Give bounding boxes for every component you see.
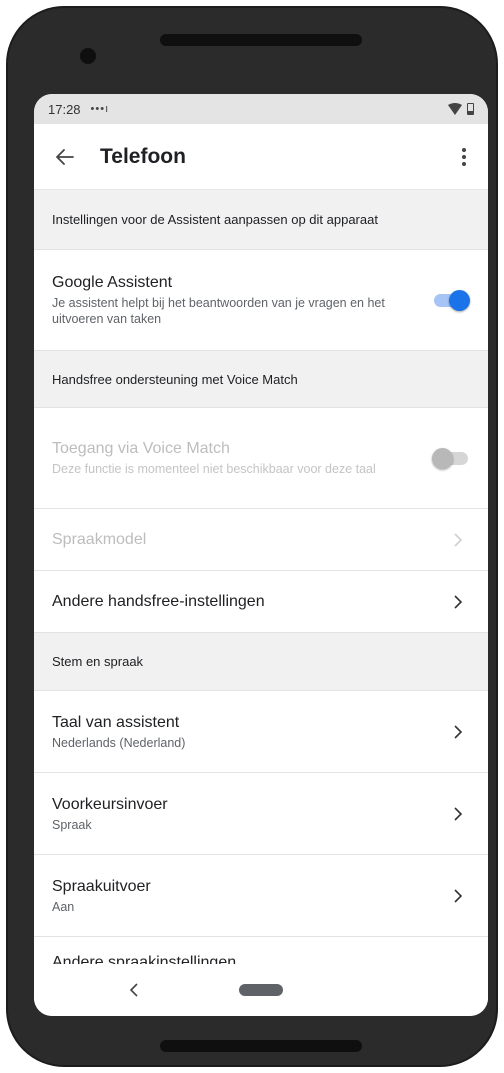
chevron-right-icon (446, 532, 470, 547)
bottom-speaker (160, 1040, 362, 1052)
chevron-right-icon (446, 888, 470, 903)
voice-match-toggle[interactable] (432, 447, 470, 469)
status-icons (448, 103, 474, 115)
voice-model-row[interactable]: Spraakmodel (34, 509, 488, 571)
chevron-right-icon (446, 594, 470, 609)
section-header-voice: Stem en spraak (34, 633, 488, 691)
battery-icon (467, 103, 474, 115)
page-title: Telefoon (100, 144, 186, 168)
row-subtitle: Nederlands (Nederland) (52, 735, 186, 750)
other-handsfree-row[interactable]: Andere handsfree-instellingen (34, 571, 488, 633)
status-time: 17:28 (48, 101, 81, 117)
row-title: Google Assistent (52, 274, 173, 291)
row-title: Voorkeursinvoer (52, 795, 168, 813)
app-bar: Telefoon (34, 124, 488, 190)
notification-dots: •••ı (90, 103, 110, 115)
back-button[interactable] (36, 132, 94, 182)
chevron-right-icon (446, 806, 470, 821)
voice-match-row[interactable]: Toegang via Voice Match Deze functie is … (34, 408, 488, 509)
toggle-thumb (432, 448, 453, 469)
speech-output-row[interactable]: Spraakuitvoer Aan (34, 855, 488, 937)
more-vert-icon (462, 147, 466, 166)
status-bar: 17:28 •••ı (34, 94, 488, 124)
row-title: Spraakuitvoer (52, 877, 151, 895)
row-title: Spraakmodel (52, 530, 147, 548)
google-assistant-row[interactable]: Google Assistent Je assistent helpt bij … (34, 250, 488, 351)
chevron-right-icon (446, 724, 470, 739)
section-header-label: Stem en spraak (52, 654, 144, 669)
row-subtitle: Aan (52, 899, 75, 914)
wifi-icon (448, 103, 462, 115)
phone-screen: 17:28 •••ı Telefoon Instellingen voor de… (34, 94, 488, 1016)
nav-back-button[interactable] (122, 978, 146, 1002)
row-title: Andere spraakinstellingen (52, 954, 237, 964)
preferred-input-row[interactable]: Voorkeursinvoer Spraak (34, 773, 488, 855)
section-header-assistant-settings: Instellingen voor de Assistent aanpassen… (34, 190, 488, 250)
section-header-handsfree: Handsfree ondersteuning met Voice Match (34, 351, 488, 408)
row-title: Toegang via Voice Match (52, 440, 230, 457)
cutoff-settings-row[interactable]: Andere spraakinstellingen (34, 942, 488, 964)
row-subtitle: Spraak (52, 817, 92, 832)
section-header-label: Instellingen voor de Assistent aanpassen… (52, 212, 378, 227)
home-pill-icon[interactable] (239, 984, 283, 996)
assistant-language-row[interactable]: Taal van assistent Nederlands (Nederland… (34, 691, 488, 773)
toggle-thumb (449, 290, 470, 311)
navigation-bar (34, 964, 488, 1016)
phone-frame: 17:28 •••ı Telefoon Instellingen voor de… (6, 6, 498, 1067)
row-title: Andere handsfree-instellingen (52, 592, 265, 610)
front-camera (80, 48, 96, 64)
row-subtitle: Je assistent helpt bij het beantwoorden … (52, 296, 385, 326)
section-header-label: Handsfree ondersteuning met Voice Match (52, 371, 298, 387)
top-speaker (160, 34, 362, 46)
more-options-button[interactable] (444, 132, 484, 182)
google-assistant-toggle[interactable] (432, 289, 470, 311)
arrow-left-icon (56, 148, 74, 165)
row-title: Taal van assistent (52, 713, 180, 731)
row-subtitle: Deze functie is momenteel niet beschikba… (52, 462, 376, 476)
settings-list: Instellingen voor de Assistent aanpassen… (34, 190, 488, 937)
nav-back-icon (129, 983, 138, 997)
